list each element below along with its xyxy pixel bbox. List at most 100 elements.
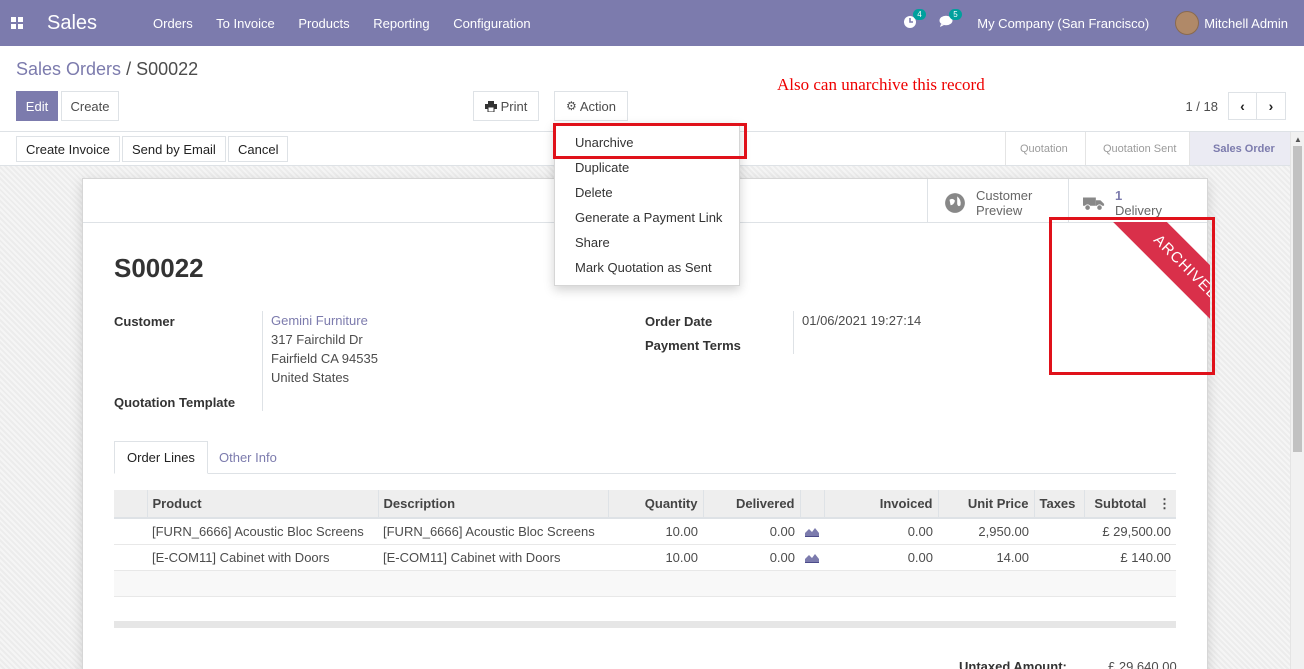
column-header-unit-price[interactable]: Unit Price	[938, 490, 1035, 519]
optional-columns-icon[interactable]: ⋮	[1158, 496, 1171, 511]
column-header-forecast	[800, 490, 825, 519]
delivery-label: 1 Delivery	[1115, 188, 1162, 218]
print-icon	[484, 100, 497, 112]
breadcrumb-sales-orders[interactable]: Sales Orders	[16, 59, 121, 79]
cell-taxes	[1034, 518, 1084, 545]
gear-icon: ⚙	[566, 99, 577, 113]
notebook-tabs: Order Lines Other Info	[114, 441, 1176, 474]
customer-preview-label: Customer Preview	[976, 188, 1032, 218]
delivery-text: Delivery	[1115, 203, 1162, 218]
stage-sales-order[interactable]: Sales Order	[1189, 132, 1290, 165]
send-by-email-button[interactable]: Send by Email	[122, 136, 226, 162]
untaxed-amount-label: Untaxed Amount:	[959, 659, 1067, 669]
company-switcher[interactable]: My Company (San Francisco)	[977, 16, 1149, 31]
main-menu: Orders To Invoice Products Reporting Con…	[153, 16, 551, 31]
cell-description: [E-COM11] Cabinet with Doors	[378, 544, 608, 571]
cell-delivered: 0.00	[703, 518, 800, 545]
user-menu[interactable]: Mitchell Admin	[1204, 16, 1288, 31]
activity-button[interactable]: 4	[903, 8, 926, 32]
table-row[interactable]: [E-COM11] Cabinet with Doors [E-COM11] C…	[114, 544, 1176, 571]
cell-delivered: 0.00	[703, 544, 800, 571]
app-name[interactable]: Sales	[47, 12, 97, 35]
menu-item-products[interactable]: Products	[298, 16, 349, 31]
globe-icon	[945, 193, 965, 213]
menu-item-generate-payment-link[interactable]: Generate a Payment Link	[555, 205, 739, 230]
scrollbar-thumb[interactable]	[1293, 146, 1302, 452]
print-button[interactable]: Print	[473, 91, 539, 121]
scrollbar[interactable]: ▲	[1290, 132, 1304, 669]
field-divider-right	[793, 311, 794, 354]
column-header-delivered[interactable]: Delivered	[703, 490, 801, 519]
tab-order-lines[interactable]: Order Lines	[114, 441, 208, 474]
cell-product: [E-COM11] Cabinet with Doors	[147, 544, 378, 571]
highlight-archived-ribbon	[1049, 217, 1215, 375]
annotation-text: Also can unarchive this record	[777, 75, 985, 94]
stage-quotation-sent[interactable]: Quotation Sent	[1085, 132, 1189, 165]
menu-item-mark-quotation-sent[interactable]: Mark Quotation as Sent	[555, 255, 739, 280]
menu-item-configuration[interactable]: Configuration	[453, 16, 530, 31]
area-chart-icon[interactable]	[805, 527, 819, 538]
column-header-description[interactable]: Description	[378, 490, 609, 519]
customer-preview-button[interactable]: Customer Preview	[927, 179, 1068, 223]
customer-preview-line1: Customer	[976, 188, 1033, 203]
cell-quantity: 10.00	[608, 544, 703, 571]
column-header-product[interactable]: Product	[147, 490, 379, 519]
menu-item-delete[interactable]: Delete	[555, 180, 739, 205]
area-chart-icon[interactable]	[805, 553, 819, 564]
stage-quotation[interactable]: Quotation	[1005, 132, 1085, 165]
messaging-button[interactable]: 5	[939, 9, 962, 31]
chevron-left-icon: ‹	[1240, 98, 1245, 114]
menu-item-to-invoice[interactable]: To Invoice	[216, 16, 275, 31]
pager: 1 / 18 ‹ ›	[1185, 92, 1286, 120]
cell-subtotal: £ 29,500.00	[1084, 518, 1176, 545]
cell-product: [FURN_6666] Acoustic Bloc Screens	[147, 518, 378, 545]
cancel-button[interactable]: Cancel	[228, 136, 289, 162]
customer-address-line3: United States	[271, 370, 350, 385]
table-footer	[114, 621, 1176, 628]
edit-button[interactable]: Edit	[16, 91, 58, 121]
order-date-label: Order Date	[645, 314, 713, 329]
delivery-count: 1	[1115, 188, 1123, 203]
pager-value[interactable]: 1 / 18	[1185, 99, 1218, 114]
scroll-up-icon[interactable]: ▲	[1294, 135, 1302, 144]
menu-item-orders[interactable]: Orders	[153, 16, 193, 31]
subtotal-header-label: Subtotal	[1094, 495, 1147, 511]
menu-item-share[interactable]: Share	[555, 230, 739, 255]
payment-terms-label: Payment Terms	[645, 338, 741, 353]
user-avatar[interactable]	[1175, 11, 1200, 35]
cell-quantity: 10.00	[608, 518, 703, 545]
chevron-right-icon: ›	[1268, 98, 1274, 114]
tab-other-info[interactable]: Other Info	[207, 441, 289, 474]
empty-row	[114, 570, 1176, 597]
action-button[interactable]: ⚙ Action	[554, 91, 628, 121]
customer-address-line2: Fairfield CA 94535	[271, 351, 378, 366]
column-header-quantity[interactable]: Quantity	[608, 490, 704, 519]
cell-invoiced: 0.00	[824, 544, 938, 571]
customer-field: Gemini Furniture 317 Fairchild Dr Fairfi…	[271, 311, 378, 387]
apps-menu-icon[interactable]	[11, 17, 25, 29]
cell-forecast	[800, 544, 824, 571]
breadcrumb-separator: /	[126, 59, 132, 79]
menu-item-reporting[interactable]: Reporting	[373, 16, 429, 31]
create-button[interactable]: Create	[61, 91, 119, 121]
cell-unit-price: 2,950.00	[938, 518, 1034, 545]
column-header-invoiced[interactable]: Invoiced	[824, 490, 939, 519]
column-header-taxes[interactable]: Taxes	[1034, 490, 1085, 519]
handle-column-header	[114, 490, 148, 519]
truck-icon	[1083, 197, 1105, 211]
create-invoice-button[interactable]: Create Invoice	[16, 136, 120, 162]
messages-count-badge: 5	[949, 9, 962, 20]
pager-previous-button[interactable]: ‹	[1228, 92, 1257, 120]
cell-description: [FURN_6666] Acoustic Bloc Screens	[378, 518, 608, 545]
empty-row	[114, 596, 1176, 623]
customer-link[interactable]: Gemini Furniture	[271, 313, 368, 328]
pager-next-button[interactable]: ›	[1257, 92, 1286, 120]
breadcrumb: Sales Orders / S00022	[16, 59, 198, 80]
print-label: Print	[500, 98, 528, 114]
untaxed-amount-value: £ 29,640.00	[1108, 659, 1177, 669]
cell-taxes	[1034, 544, 1084, 571]
table-header-row: Product Description Quantity Delivered I…	[114, 490, 1176, 519]
column-header-subtotal[interactable]: Subtotal ⋮	[1084, 490, 1176, 519]
order-date-value[interactable]: 01/06/2021 19:27:14	[802, 311, 921, 330]
table-row[interactable]: [FURN_6666] Acoustic Bloc Screens [FURN_…	[114, 518, 1176, 545]
